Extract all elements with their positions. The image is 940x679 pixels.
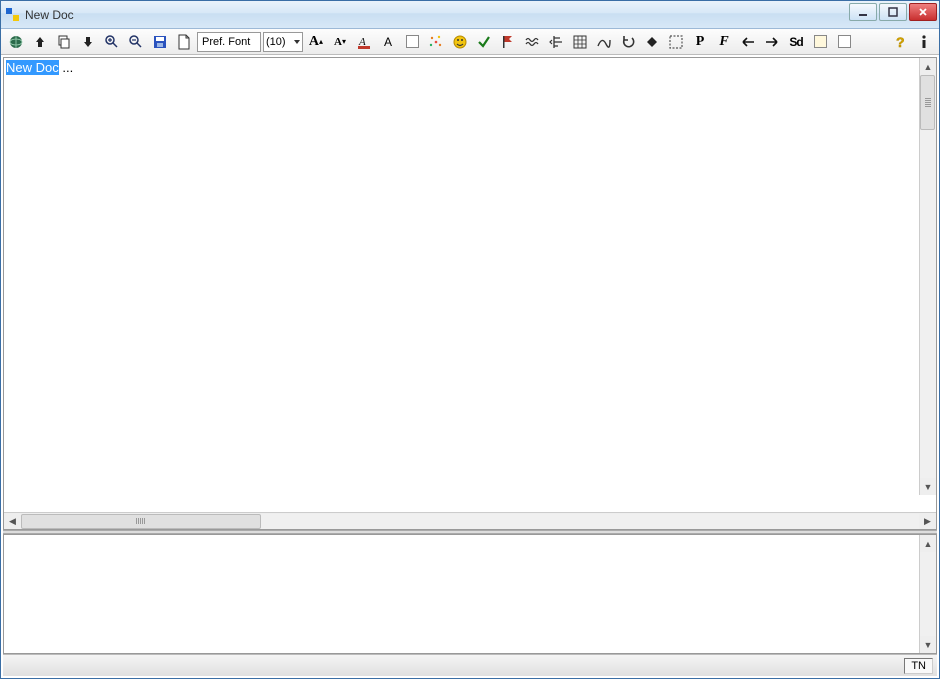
- document-content[interactable]: New Doc ...: [4, 58, 936, 77]
- font-plain-icon[interactable]: A: [377, 31, 399, 53]
- status-mode-text: TN: [911, 660, 926, 672]
- info-icon[interactable]: [913, 31, 935, 53]
- output-pane: ▲ ▼: [3, 534, 937, 654]
- zoom-out-icon[interactable]: [125, 31, 147, 53]
- globe-icon[interactable]: [5, 31, 27, 53]
- hscroll-thumb[interactable]: [21, 514, 261, 529]
- chevron-down-icon: [294, 40, 300, 44]
- zoom-in-icon[interactable]: [101, 31, 123, 53]
- scroll-left-icon[interactable]: ◀: [4, 514, 21, 529]
- output-viewport[interactable]: ▲ ▼: [4, 535, 936, 653]
- font-size-select[interactable]: (10): [263, 32, 303, 52]
- document-viewport[interactable]: New Doc ... ▲ ▼: [4, 58, 936, 512]
- font-increase-icon[interactable]: A▴: [305, 31, 327, 53]
- window-maximize-button[interactable]: [879, 3, 907, 21]
- window-titlebar: New Doc: [1, 1, 939, 29]
- help-icon[interactable]: ?: [889, 31, 911, 53]
- scroll-right-icon[interactable]: ▶: [919, 514, 936, 529]
- output-vertical-scrollbar[interactable]: ▲ ▼: [919, 535, 936, 653]
- curve-icon[interactable]: [593, 31, 615, 53]
- client-area: New Doc ... ▲ ▼ ◀ ▶ ▲ ▼: [1, 55, 939, 678]
- vscroll-thumb[interactable]: [920, 75, 935, 130]
- font-name-text: Pref. Font: [202, 34, 250, 50]
- arrow-right-icon[interactable]: [761, 31, 783, 53]
- scroll-up-icon[interactable]: ▲: [920, 58, 936, 75]
- vscroll-track[interactable]: [920, 75, 936, 478]
- main-document-pane: New Doc ... ▲ ▼ ◀ ▶: [3, 57, 937, 530]
- window-close-button[interactable]: [909, 3, 937, 21]
- output-vscroll-track[interactable]: [920, 552, 936, 636]
- smiley-icon[interactable]: [449, 31, 471, 53]
- app-icon: [5, 7, 21, 23]
- sd-glyph-icon[interactable]: Sd: [785, 31, 807, 53]
- undo-icon[interactable]: [617, 31, 639, 53]
- horizontal-scrollbar[interactable]: ◀ ▶: [4, 512, 936, 529]
- checkbox-2[interactable]: [833, 31, 855, 53]
- scroll-down-icon[interactable]: ▼: [920, 636, 936, 653]
- window-minimize-button[interactable]: [849, 3, 877, 21]
- marquee-icon[interactable]: [665, 31, 687, 53]
- f-glyph-icon[interactable]: F: [713, 31, 735, 53]
- p-glyph-icon[interactable]: P: [689, 31, 711, 53]
- flag-icon[interactable]: [497, 31, 519, 53]
- window-title: New Doc: [25, 8, 74, 22]
- save-icon[interactable]: [149, 31, 171, 53]
- copy-icon[interactable]: [53, 31, 75, 53]
- vertical-scrollbar[interactable]: ▲ ▼: [919, 58, 936, 495]
- scroll-up-icon[interactable]: ▲: [920, 535, 936, 552]
- font-size-text: (10): [266, 34, 286, 50]
- status-mode-cell[interactable]: TN: [904, 658, 933, 674]
- down-arrow-icon[interactable]: [77, 31, 99, 53]
- trailing-ellipsis: ...: [59, 60, 73, 75]
- align-icon[interactable]: [545, 31, 567, 53]
- diamond-icon[interactable]: [641, 31, 663, 53]
- checkbox-1[interactable]: [401, 31, 423, 53]
- statusbar: TN: [3, 654, 937, 676]
- svg-text:?: ?: [896, 34, 905, 50]
- grid-icon[interactable]: [569, 31, 591, 53]
- color-box-icon[interactable]: [809, 31, 831, 53]
- sparkle-icon[interactable]: [425, 31, 447, 53]
- font-name-input[interactable]: Pref. Font: [197, 32, 261, 52]
- selected-title-text[interactable]: New Doc: [6, 60, 59, 75]
- wave-icon[interactable]: [521, 31, 543, 53]
- font-color-icon[interactable]: A: [353, 31, 375, 53]
- font-decrease-icon[interactable]: A▾: [329, 31, 351, 53]
- checkmark-icon[interactable]: [473, 31, 495, 53]
- scroll-down-icon[interactable]: ▼: [920, 478, 936, 495]
- new-page-icon[interactable]: [173, 31, 195, 53]
- hscroll-track[interactable]: [21, 514, 919, 529]
- main-toolbar: Pref. Font (10) A▴ A▾ A A: [1, 29, 939, 55]
- arrow-left-icon[interactable]: [737, 31, 759, 53]
- up-arrow-icon[interactable]: [29, 31, 51, 53]
